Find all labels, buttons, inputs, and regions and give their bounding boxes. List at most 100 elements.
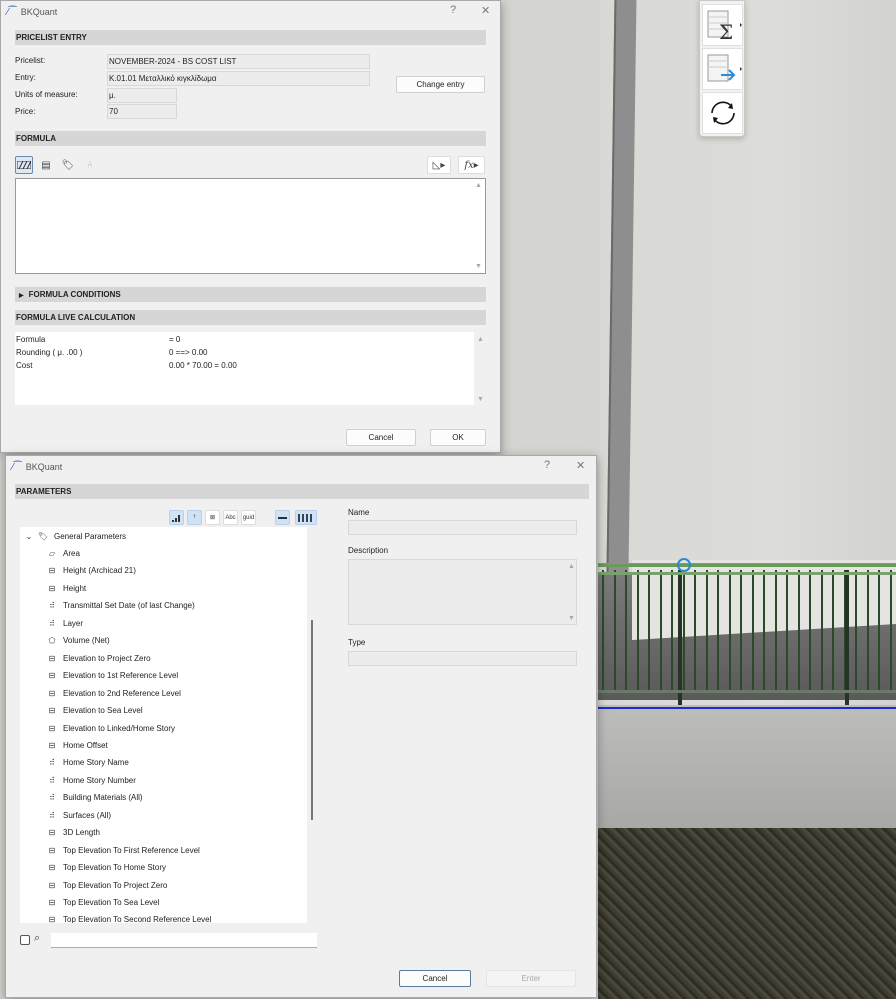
price-label: Price: [15,107,36,116]
cancel-button[interactable]: Cancel [346,429,416,446]
formula-textarea[interactable] [15,178,486,274]
scroll-down-arrow[interactable]: ▼ [477,396,484,403]
guid-icon[interactable]: guid [241,510,256,525]
tag-icon: 🏷 [37,532,49,541]
section-pricelist-entry: PRICELIST ENTRY [15,30,486,45]
tree-item[interactable]: ⠾ Surfaces (All) [46,807,111,824]
list-icon: ⠾ [49,601,55,611]
chair-icon[interactable]: ⑃ [81,156,99,174]
app-logo-icon: ⁄⁀ [12,461,22,473]
tree-item[interactable]: ⊟ Height [46,580,86,597]
dialog-title: BKQuant [25,462,63,472]
tree-item-label: Elevation to Linked/Home Story [63,723,176,733]
change-entry-button[interactable]: Change entry [396,76,485,93]
tree-item[interactable]: ⊟ Home Offset [46,737,108,754]
baluster [648,570,650,692]
tree-item[interactable]: ⊟ Height (Archicad 21) [46,562,136,579]
scroll-up-arrow[interactable]: ▲ [475,182,482,189]
scroll-down-arrow[interactable]: ▼ [475,263,482,270]
scroll-up-arrow[interactable]: ▲ [568,563,575,570]
tree-item[interactable]: ⊟ 3D Length [46,824,100,841]
tree-item[interactable]: ⠾ Home Story Number [46,772,136,789]
tree-item[interactable]: ▱ Area [46,545,80,562]
tree-item[interactable]: ⊟ Top Elevation To First Reference Level [46,842,200,859]
calculation-box: Formula = 0 Rounding ( μ. .00 ) 0 ==> 0.… [15,332,474,405]
tree-item[interactable]: ⊟ Top Elevation To Home Story [46,859,166,876]
ok-button[interactable]: OK [430,429,486,446]
dimension-icon: ⊟ [48,671,56,681]
tree-item-label: Height [63,583,87,593]
section-parameters: PARAMETERS [15,484,589,499]
help-button[interactable]: ? [450,4,456,16]
title-bar: ⁄⁀ BKQuant ? ✕ [6,456,596,478]
tree-item-label: Home Offset [63,740,108,750]
box-icon[interactable]: ⊠ [205,510,220,525]
tree-item[interactable]: ⊟ Elevation to 2nd Reference Level [46,685,181,702]
baluster [889,570,892,692]
filter-icon[interactable]: ⟊ [187,510,202,525]
tree-item[interactable]: ⊟ Elevation to Linked/Home Story [46,720,175,737]
calc-value: 0 ==> 0.00 [169,348,208,357]
text-type-icon[interactable]: Abc [223,510,238,525]
filter-checkbox[interactable] [20,935,30,945]
refresh-icon[interactable] [702,92,743,134]
scroll-up-arrow[interactable]: ▲ [477,336,484,343]
tree-item[interactable]: ⊟ Elevation to Sea Level [46,702,143,719]
tree-item[interactable]: ⬠ Volume (Net) [46,632,110,649]
function-icon[interactable]: fx ▸ [458,156,485,174]
tree-item[interactable]: ⠾ Transmittal Set Date (of last Change) [46,597,195,614]
tree-item[interactable]: ⠾ Layer [46,615,83,632]
dialog-title: BKQuant [20,7,58,17]
section-live-calculation: FORMULA LIVE CALCULATION [15,310,486,325]
section-formula: FORMULA [15,131,486,146]
list-icon: ⠾ [49,793,55,803]
tree-item[interactable]: ⠾ Home Story Name [46,754,129,771]
tag-icon[interactable]: 🏷 [59,156,77,174]
bricks-icon[interactable]: ▤ [37,156,55,174]
entry-field: K.01.01 Μεταλλικό κιγκλίδωμα [107,71,370,86]
tree-item[interactable]: ⊟ Top Elevation To Second Reference Level [46,911,212,923]
section-formula-conditions[interactable]: ▶ FORMULA CONDITIONS [15,287,486,302]
close-button[interactable]: ✕ [576,459,585,472]
scrollbar[interactable] [311,620,313,820]
tree-item-label: Transmittal Set Date (of last Change) [63,601,195,611]
multi-column-icon[interactable] [295,510,317,525]
baluster [728,570,731,692]
dimension-icon: ⊟ [48,583,56,593]
parameter-tree[interactable]: ⌄ 🏷 General Parameters ▱ Area ⊟ Height (Archi… [20,527,307,923]
scroll-down-arrow[interactable]: ▼ [568,615,575,622]
tree-group-general-parameters[interactable]: ⌄ 🏷 General Parameters [25,528,126,545]
tree-item[interactable]: ⊟ Elevation to 1st Reference Level [46,667,179,684]
sort-icon[interactable] [169,510,184,525]
baluster [774,570,777,692]
description-label: Description [348,546,389,555]
cancel-button[interactable]: Cancel [399,970,471,987]
search-input[interactable] [51,933,317,948]
railing-post [845,570,849,705]
baluster [878,570,880,692]
single-column-icon[interactable] [275,510,290,525]
list-icon: ⠾ [49,775,55,785]
table-sum-icon[interactable]: Σ [702,4,743,46]
close-button[interactable]: ✕ [481,4,490,17]
tree-item[interactable]: ⊟ Top Elevation To Project Zero [46,877,168,894]
tree-item[interactable]: ⠾ Building Materials (All) [46,789,143,806]
tree-item-label: Building Materials (All) [63,793,143,803]
tree-item[interactable]: ⊟ Elevation to Project Zero [46,650,151,667]
calc-label: Rounding ( μ. .00 ) [16,348,83,357]
tree-item-label: Height (Archicad 21) [63,566,136,576]
measure-icon[interactable]: ◺▸ [427,156,451,174]
selection-hotspot[interactable] [677,558,691,572]
type-label: Type [348,638,366,647]
table-export-icon[interactable] [702,48,743,90]
tree-item-label: Volume (Net) [63,636,110,646]
tree-item[interactable]: ⊟ Top Elevation To Sea Level [46,894,160,911]
railing-top-rail[interactable] [598,563,896,567]
help-button[interactable]: ? [544,459,550,471]
hatch-icon[interactable] [15,156,33,174]
railing-mid-rail [598,572,896,575]
enter-button[interactable]: Enter [486,970,576,987]
baluster [740,570,742,692]
baluster [705,570,708,692]
list-icon: ⠾ [49,758,55,768]
